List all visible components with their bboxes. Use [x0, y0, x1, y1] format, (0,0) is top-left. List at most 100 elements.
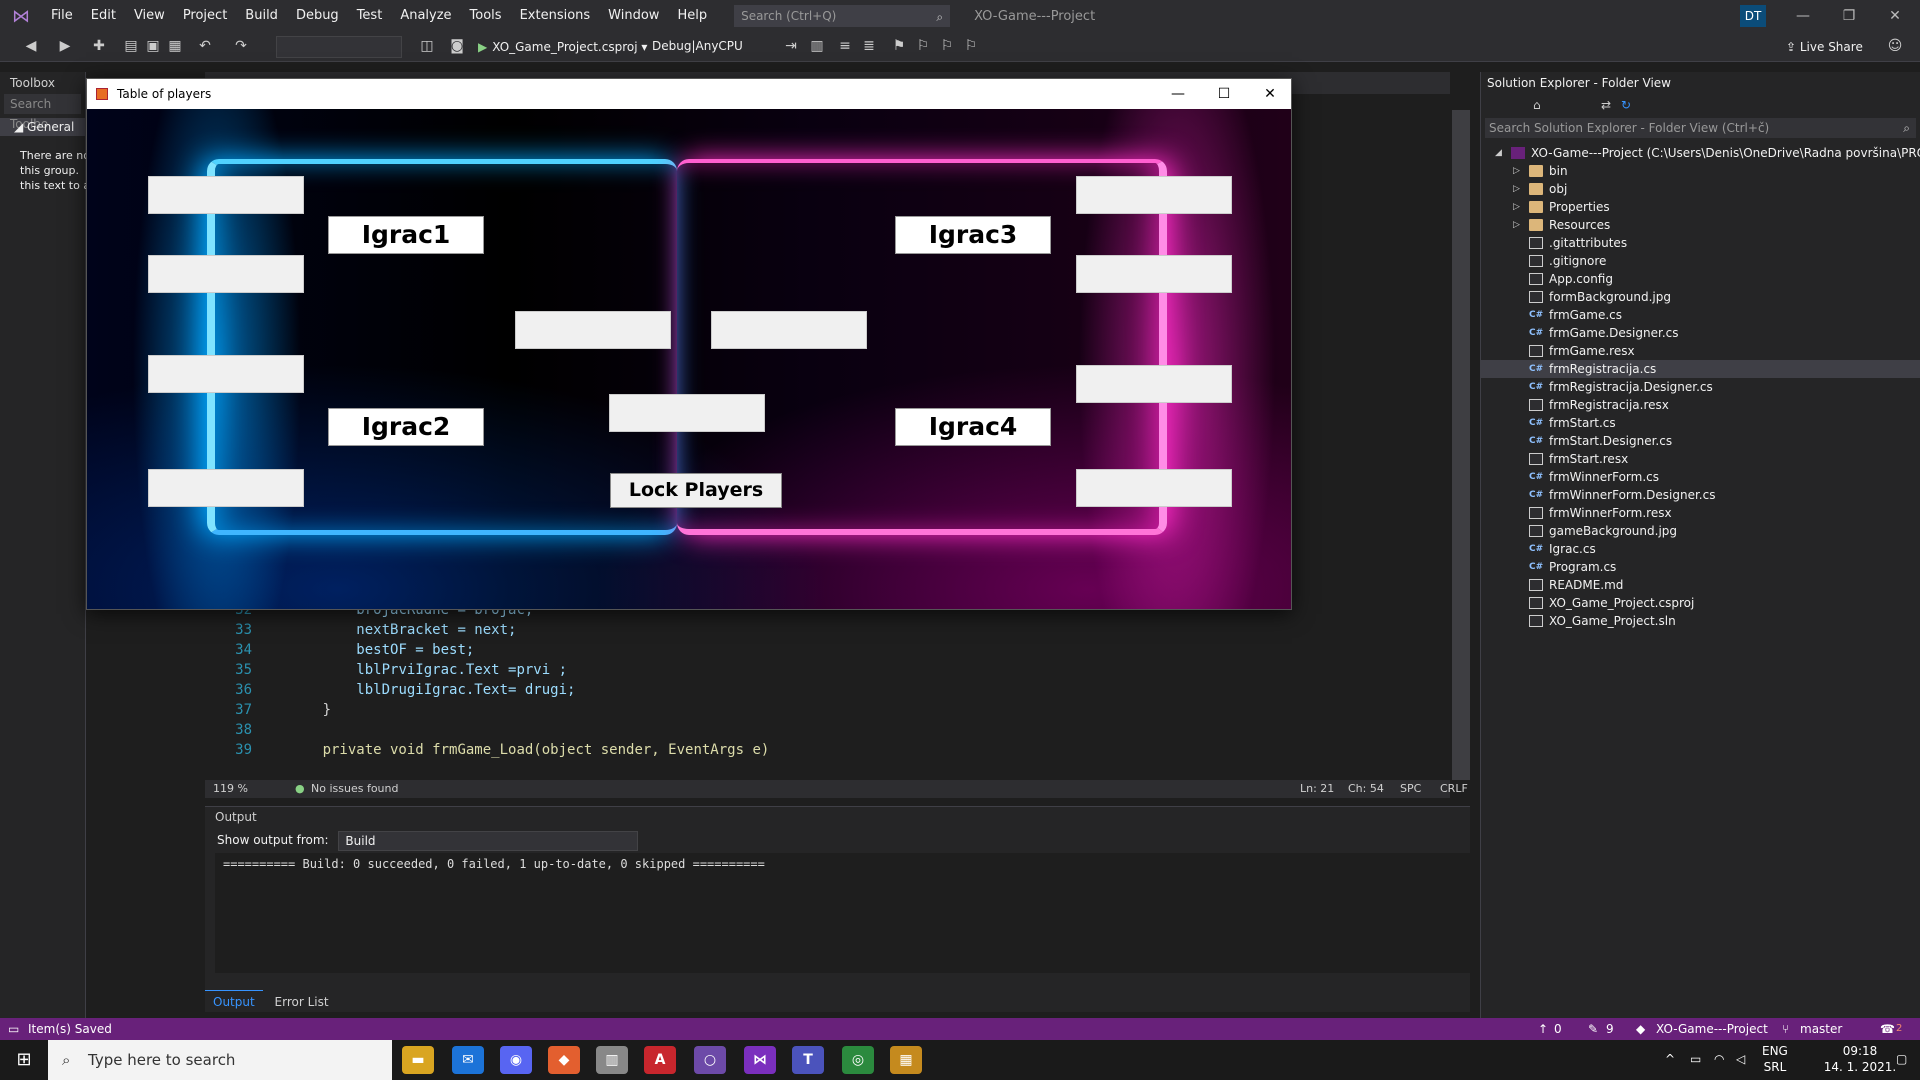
- bookmark-icon[interactable]: ⚑: [890, 37, 908, 55]
- tree-folder[interactable]: ▷ Properties: [1481, 198, 1920, 216]
- tree-file[interactable]: C# Igrac.cs: [1481, 540, 1920, 558]
- collapsed-arrow-icon[interactable]: ▷: [1513, 216, 1520, 234]
- issues-status[interactable]: No issues found: [311, 780, 398, 798]
- tab-output[interactable]: Output: [205, 990, 263, 1013]
- redo-icon[interactable]: ↷: [232, 37, 250, 55]
- tree-file[interactable]: C# Program.cs: [1481, 558, 1920, 576]
- home-icon[interactable]: ⌂: [1533, 98, 1541, 112]
- clock[interactable]: 09:18 14. 1. 2021.: [1820, 1043, 1900, 1075]
- wifi-icon[interactable]: ◠: [1714, 1052, 1724, 1066]
- unpushed-count[interactable]: 0: [1554, 1018, 1562, 1040]
- menu-build[interactable]: Build: [236, 0, 287, 32]
- open-icon[interactable]: ▤: [122, 37, 140, 55]
- player-3-field[interactable]: Igrac3: [895, 216, 1051, 254]
- back-icon[interactable]: ◀: [22, 37, 40, 55]
- menu-test[interactable]: Test: [348, 0, 392, 32]
- changes-count[interactable]: 9: [1606, 1018, 1614, 1040]
- menu-file[interactable]: File: [42, 0, 82, 32]
- editor-scrollbar[interactable]: [1452, 110, 1470, 780]
- menu-debug[interactable]: Debug: [287, 0, 348, 32]
- menu-view[interactable]: View: [125, 0, 174, 32]
- tree-file[interactable]: frmRegistracija.resx: [1481, 396, 1920, 414]
- start-debug-button[interactable]: ▶ XO_Game_Project.csproj ▾: [478, 36, 647, 58]
- vs-search-input[interactable]: Search (Ctrl+Q) ⌕: [734, 5, 951, 27]
- player-1-field[interactable]: Igrac1: [328, 216, 484, 254]
- restore-icon[interactable]: ❐: [1826, 0, 1872, 32]
- output-source-select[interactable]: Build: [338, 830, 639, 851]
- new-project-icon[interactable]: ✚: [90, 37, 108, 55]
- tree-file[interactable]: .gitignore: [1481, 252, 1920, 270]
- tray-chevron-icon[interactable]: ^: [1665, 1052, 1675, 1066]
- app-circle-icon[interactable]: ○: [694, 1046, 726, 1074]
- action-center-icon[interactable]: ▢: [1896, 1052, 1907, 1066]
- step-icon[interactable]: ⇥: [782, 37, 800, 55]
- tree-folder[interactable]: ▷ bin: [1481, 162, 1920, 180]
- live-share-button[interactable]: ⇪ Live Share: [1786, 36, 1863, 58]
- line-ending-indicator[interactable]: CRLF: [1440, 780, 1468, 798]
- database-icon[interactable]: ▥: [596, 1046, 628, 1074]
- bookmark-prev-icon[interactable]: ⚐: [914, 37, 932, 55]
- tree-file[interactable]: XO_Game_Project.sln: [1481, 612, 1920, 630]
- layout-icon[interactable]: ▥: [808, 37, 826, 55]
- tree-folder[interactable]: ▷ Resources: [1481, 216, 1920, 234]
- tree-file[interactable]: README.md: [1481, 576, 1920, 594]
- solution-config-select[interactable]: [276, 36, 402, 58]
- chrome-icon[interactable]: ◎: [842, 1046, 874, 1074]
- tree-folder[interactable]: ▷ obj: [1481, 180, 1920, 198]
- branch-name[interactable]: master: [1800, 1018, 1842, 1040]
- notification-icon[interactable]: ☎: [1880, 1018, 1895, 1040]
- running-form-icon[interactable]: ▦: [890, 1046, 922, 1074]
- player-4-field[interactable]: Igrac4: [895, 408, 1051, 446]
- tree-file[interactable]: C# frmWinnerForm.cs: [1481, 468, 1920, 486]
- tree-file[interactable]: C# frmStart.cs: [1481, 414, 1920, 432]
- menu-extensions[interactable]: Extensions: [511, 0, 600, 32]
- access-icon[interactable]: A: [644, 1046, 676, 1074]
- config-select[interactable]: Debug|AnyCPU: [646, 36, 754, 58]
- file-explorer-icon[interactable]: ▬: [402, 1046, 434, 1074]
- tree-file[interactable]: C# frmGame.cs: [1481, 306, 1920, 324]
- tree-file[interactable]: C# frmGame.Designer.cs: [1481, 324, 1920, 342]
- zoom-level[interactable]: 119 %: [213, 780, 248, 798]
- expanded-arrow-icon[interactable]: ◢: [1495, 144, 1502, 162]
- teams-icon[interactable]: T: [792, 1046, 824, 1074]
- taskbar-search-input[interactable]: ⌕ Type here to search: [48, 1040, 392, 1080]
- minimize-icon[interactable]: —: [1155, 79, 1201, 109]
- tree-file[interactable]: frmStart.resx: [1481, 450, 1920, 468]
- language-indicator[interactable]: ENG SRL: [1762, 1043, 1788, 1075]
- menu-project[interactable]: Project: [174, 0, 236, 32]
- tree-file[interactable]: XO_Game_Project.csproj: [1481, 594, 1920, 612]
- tree-file[interactable]: gameBackground.jpg: [1481, 522, 1920, 540]
- minimize-icon[interactable]: —: [1780, 0, 1826, 32]
- visual-studio-taskbar-icon[interactable]: ⋈: [744, 1046, 776, 1074]
- undo-icon[interactable]: ↶: [196, 37, 214, 55]
- forward-icon[interactable]: ▶: [56, 37, 74, 55]
- tree-file[interactable]: C# frmWinnerForm.Designer.cs: [1481, 486, 1920, 504]
- whitespace-indicator[interactable]: SPC: [1400, 780, 1421, 798]
- discord-icon[interactable]: ◉: [500, 1046, 532, 1074]
- save-all-icon[interactable]: ▦: [166, 37, 184, 55]
- bookmark-clear-icon[interactable]: ⚐: [962, 37, 980, 55]
- collapsed-arrow-icon[interactable]: ▷: [1513, 162, 1520, 180]
- maximize-icon[interactable]: ☐: [1201, 79, 1247, 109]
- player-2-field[interactable]: Igrac2: [328, 408, 484, 446]
- git-icon[interactable]: ◆: [548, 1046, 580, 1074]
- repo-name[interactable]: XO-Game---Project: [1656, 1018, 1768, 1040]
- menu-help[interactable]: Help: [668, 0, 716, 32]
- menu-edit[interactable]: Edit: [82, 0, 125, 32]
- toolbox-search-input[interactable]: Search Toolbo: [4, 94, 81, 131]
- tree-file[interactable]: frmGame.resx: [1481, 342, 1920, 360]
- align-icon[interactable]: ≡: [836, 37, 854, 55]
- tab-error-list[interactable]: Error List: [267, 991, 337, 1013]
- screenshot-icon[interactable]: ◙: [448, 37, 466, 55]
- windows-start-icon[interactable]: ⊞: [0, 1040, 48, 1080]
- menu-analyze[interactable]: Analyze: [391, 0, 460, 32]
- menu-window[interactable]: Window: [599, 0, 668, 32]
- volume-icon[interactable]: ◁: [1736, 1052, 1745, 1066]
- indent-icon[interactable]: ≣: [860, 37, 878, 55]
- refresh-icon[interactable]: ↻: [1621, 98, 1631, 112]
- avatar[interactable]: DT: [1740, 5, 1766, 27]
- tree-file[interactable]: C# frmRegistracija.Designer.cs: [1481, 378, 1920, 396]
- sync-icon[interactable]: ⇄: [1601, 98, 1611, 112]
- mail-icon[interactable]: ✉: [452, 1046, 484, 1074]
- find-icon[interactable]: ◫: [418, 37, 436, 55]
